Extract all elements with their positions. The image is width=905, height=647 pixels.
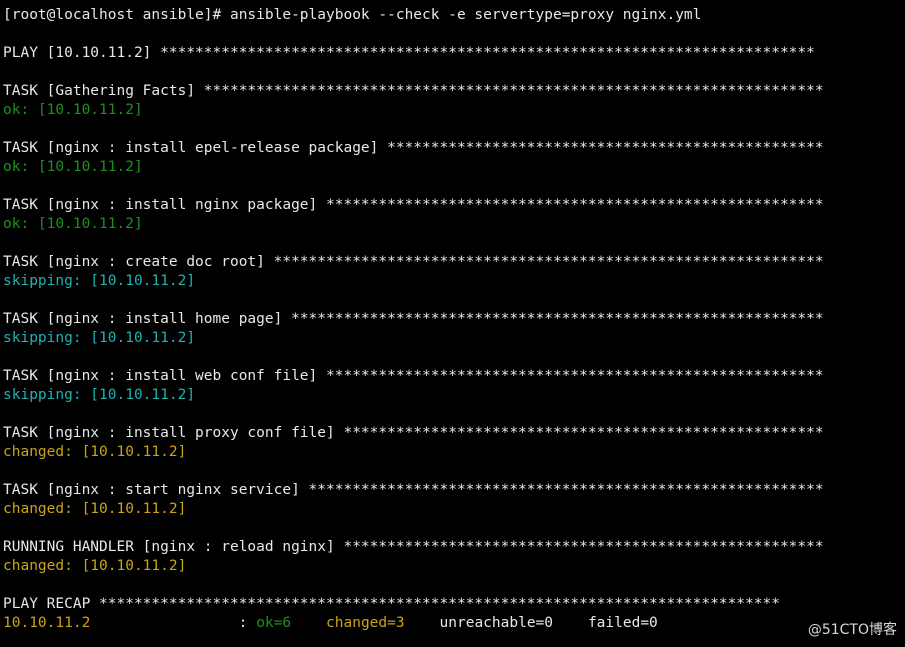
task-header: TASK [nginx : install web conf file] ***…: [3, 368, 824, 384]
task-result-skipping: skipping: [10.10.11.2]: [3, 273, 196, 289]
recap-changed: changed=3: [326, 615, 405, 631]
task-result-skipping: skipping: [10.10.11.2]: [3, 330, 196, 346]
play-recap-row: 10.10.11.2 : ok=6 changed=3 unreachable=…: [3, 614, 658, 633]
handler-header: RUNNING HANDLER [nginx : reload nginx] *…: [3, 539, 824, 555]
task-result-changed: changed: [10.10.11.2]: [3, 501, 187, 517]
task-header: TASK [nginx : start nginx service] *****…: [3, 482, 824, 498]
watermark-label: @51CTO博客: [807, 622, 897, 638]
task-result-ok: ok: [10.10.11.2]: [3, 159, 143, 175]
task-header: TASK [nginx : install epel-release packa…: [3, 140, 824, 156]
recap-unreachable: unreachable=0: [439, 615, 554, 631]
task-header: TASK [nginx : create doc root] *********…: [3, 254, 824, 270]
terminal-window[interactable]: [root@localhost ansible]# ansible-playbo…: [0, 0, 905, 647]
prompt-command-line: [root@localhost ansible]# ansible-playbo…: [3, 7, 702, 23]
task-header: TASK [nginx : install nginx package] ***…: [3, 197, 824, 213]
recap-failed: failed=0: [587, 615, 658, 631]
recap-host: 10.10.11.2: [3, 615, 91, 631]
task-result-changed: changed: [10.10.11.2]: [3, 444, 187, 460]
handler-result-changed: changed: [10.10.11.2]: [3, 558, 187, 574]
play-header: PLAY [10.10.11.2] **********************…: [3, 45, 815, 61]
task-header: TASK [nginx : install proxy conf file] *…: [3, 425, 824, 441]
recap-separator: :: [90, 615, 257, 631]
task-header: TASK [nginx : install home page] *******…: [3, 311, 824, 327]
play-recap-header: PLAY RECAP *****************************…: [3, 596, 780, 612]
task-result-ok: ok: [10.10.11.2]: [3, 216, 143, 232]
recap-ok: ok=6: [256, 615, 292, 631]
task-result-ok: ok: [10.10.11.2]: [3, 102, 143, 118]
task-header: TASK [Gathering Facts] *****************…: [3, 83, 824, 99]
task-result-skipping: skipping: [10.10.11.2]: [3, 387, 196, 403]
